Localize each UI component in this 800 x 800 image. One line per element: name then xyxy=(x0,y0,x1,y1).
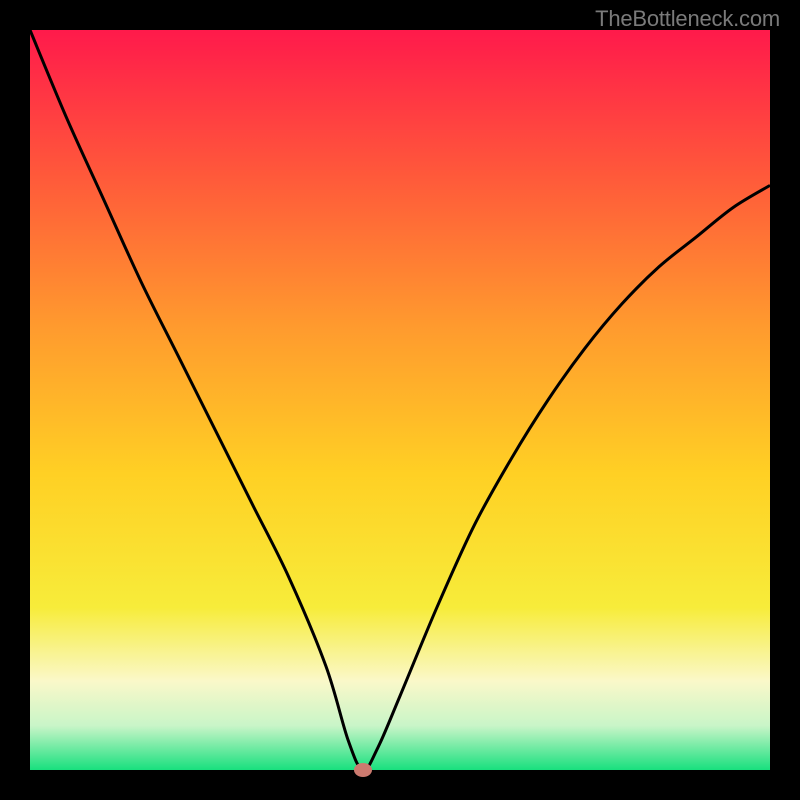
chart-container: TheBottleneck.com xyxy=(0,0,800,800)
watermark-text: TheBottleneck.com xyxy=(595,6,780,32)
chart-svg xyxy=(0,0,800,800)
min-marker xyxy=(354,763,372,777)
plot-background xyxy=(30,30,770,770)
